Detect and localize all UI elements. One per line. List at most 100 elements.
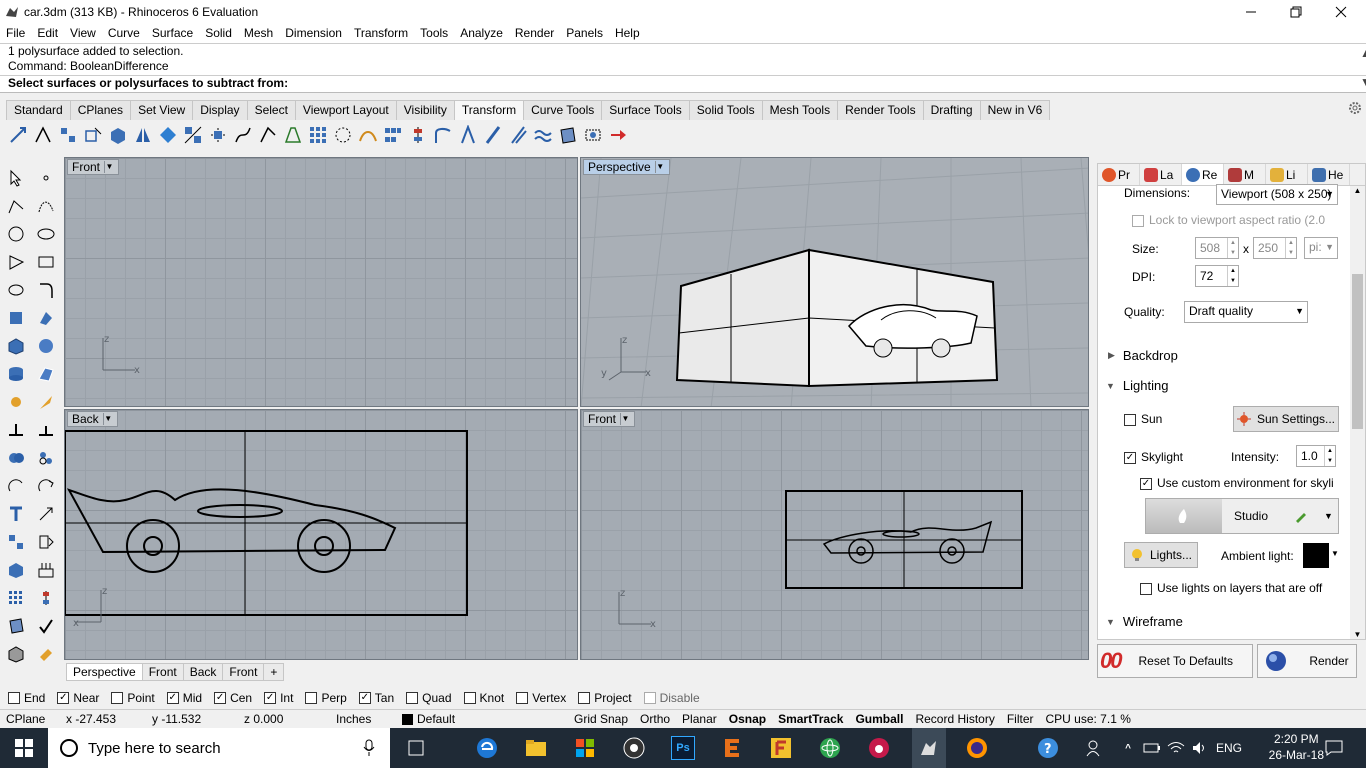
backdrop-section[interactable]: ▶ Backdrop: [1108, 348, 1178, 363]
bend-tool-button[interactable]: [256, 123, 280, 147]
size-unit-select[interactable]: pi: ▼: [1304, 237, 1338, 259]
clock[interactable]: 2:20 PM 26-Mar-18: [1269, 731, 1324, 763]
panel-tab-rendering[interactable]: Re: [1182, 164, 1224, 185]
menu-panels[interactable]: Panels: [560, 26, 609, 40]
dimensions-select[interactable]: Viewport (508 x 250) ▼: [1216, 184, 1338, 205]
planar-toggle[interactable]: Planar: [676, 712, 723, 726]
chevron-down-icon[interactable]: ▼: [1324, 511, 1333, 521]
chevron-down-icon[interactable]: ▼: [102, 413, 113, 425]
menu-dimension[interactable]: Dimension: [279, 26, 348, 40]
osnap-quad[interactable]: Quad: [406, 691, 452, 705]
skylight-checkbox[interactable]: ✓ Skylight: [1124, 450, 1183, 464]
tab-transform[interactable]: Transform: [453, 100, 525, 120]
osnap-knot[interactable]: Knot: [463, 691, 504, 705]
scroll-up-icon[interactable]: ▲: [1360, 46, 1366, 61]
arc-tool-button[interactable]: [32, 220, 60, 248]
curve-tool-button[interactable]: [32, 192, 60, 220]
tab-set-view[interactable]: Set View: [130, 100, 194, 120]
group-tool-button[interactable]: [2, 528, 30, 556]
flow-along-curve-button[interactable]: [431, 123, 455, 147]
smarttrack-toggle[interactable]: SmartTrack: [772, 712, 849, 726]
stepper-icon[interactable]: ▲ ▼: [1227, 238, 1238, 258]
lights-button[interactable]: Lights...: [1124, 542, 1198, 568]
polar-array-button[interactable]: [331, 123, 355, 147]
mesh-tool-button[interactable]: [32, 360, 60, 388]
scroll-down-icon[interactable]: ▼: [1350, 630, 1365, 639]
people-icon[interactable]: [1082, 736, 1106, 760]
viewport-tab-front[interactable]: Front: [141, 663, 184, 681]
viewport-label[interactable]: Back ▼: [67, 411, 118, 427]
sun-settings-button[interactable]: Sun Settings...: [1233, 406, 1339, 432]
extrude-tool-button[interactable]: [32, 304, 60, 332]
osnap-perp[interactable]: Perp: [305, 691, 347, 705]
smash-button[interactable]: [556, 123, 580, 147]
osnap-vertex[interactable]: Vertex: [516, 691, 566, 705]
explode-tool-button[interactable]: [2, 388, 30, 416]
command-scrollbar[interactable]: ▲ ▼: [1352, 46, 1366, 90]
check-tool-button[interactable]: [32, 612, 60, 640]
menu-edit[interactable]: Edit: [31, 26, 64, 40]
wireframe-section[interactable]: ▼ Wireframe: [1106, 614, 1183, 629]
chevron-down-icon[interactable]: ▼: [620, 413, 630, 425]
environment-selector[interactable]: Studio ▼: [1145, 498, 1339, 534]
quality-select[interactable]: Draft quality ▼: [1184, 301, 1308, 323]
twist-tool-button[interactable]: [231, 123, 255, 147]
edge-icon[interactable]: [475, 736, 499, 760]
minimize-button[interactable]: [1228, 0, 1274, 23]
app-e-icon[interactable]: [720, 736, 744, 760]
scroll-up-icon[interactable]: ▲: [1350, 186, 1365, 195]
reset-defaults-button[interactable]: 00 Reset To Defaults: [1097, 644, 1253, 678]
array-curve-button[interactable]: [356, 123, 380, 147]
viewport-tab-perspective[interactable]: Perspective: [66, 663, 143, 681]
record-history-toggle[interactable]: Record History: [909, 712, 1000, 726]
menu-solid[interactable]: Solid: [199, 26, 238, 40]
custom-environment-checkbox[interactable]: ✓ Use custom environment for skyli: [1140, 476, 1334, 490]
orient-tool-button[interactable]: [156, 123, 180, 147]
grid-snap-toggle[interactable]: Grid Snap: [568, 712, 634, 726]
menu-render[interactable]: Render: [509, 26, 560, 40]
filter-toggle[interactable]: Filter: [1001, 712, 1040, 726]
menu-surface[interactable]: Surface: [146, 26, 199, 40]
polygon-tool-button[interactable]: [2, 248, 30, 276]
polyline-tool-button[interactable]: [2, 192, 30, 220]
move-tool-button[interactable]: [6, 123, 30, 147]
tab-viewport-layout[interactable]: Viewport Layout: [294, 100, 397, 120]
help-tray-icon[interactable]: ?: [1036, 736, 1060, 760]
join-tool-button[interactable]: [32, 416, 60, 444]
ortho-toggle[interactable]: Ortho: [634, 712, 676, 726]
panel-tab-materials[interactable]: M: [1224, 164, 1266, 185]
osnap-point[interactable]: Point: [111, 691, 155, 705]
gear-icon[interactable]: [1348, 101, 1362, 115]
start-button[interactable]: [12, 736, 36, 760]
scale-tool-button[interactable]: [81, 123, 105, 147]
cplane-label[interactable]: CPlane: [0, 712, 60, 726]
chevron-down-icon[interactable]: ▼: [654, 161, 665, 173]
intensity-field[interactable]: 1.0 ▲ ▼: [1296, 445, 1336, 467]
ellipse-tool-button[interactable]: [2, 276, 30, 304]
array-surface-button[interactable]: [381, 123, 405, 147]
grid-array-button[interactable]: [306, 123, 330, 147]
split-tool-button[interactable]: [2, 416, 30, 444]
rotate-tool-button[interactable]: [56, 123, 80, 147]
viewport-front-bottom[interactable]: z x Front ▼: [580, 409, 1089, 660]
boolean-union-button[interactable]: [2, 444, 30, 472]
store-icon[interactable]: [573, 736, 597, 760]
render-tool-button[interactable]: [32, 556, 60, 584]
menu-curve[interactable]: Curve: [102, 26, 146, 40]
render-button[interactable]: Render: [1257, 644, 1357, 678]
chevron-down-icon[interactable]: ▼: [1331, 549, 1339, 558]
taper-tool-button[interactable]: [281, 123, 305, 147]
scale-3d-button[interactable]: [32, 472, 60, 500]
command-prompt[interactable]: Select surfaces or polysurfaces to subtr…: [0, 75, 1366, 91]
rotate-3d-button[interactable]: [2, 472, 30, 500]
stepper-icon[interactable]: ▲ ▼: [1324, 446, 1335, 466]
viewport-label[interactable]: Front ▼: [67, 159, 120, 175]
tab-mesh-tools[interactable]: Mesh Tools: [761, 100, 839, 120]
viewport-label[interactable]: Perspective ▼: [583, 159, 670, 175]
stretch-button[interactable]: [531, 123, 555, 147]
layer-indicator[interactable]: Default: [396, 712, 568, 726]
tab-cplanes[interactable]: CPlanes: [69, 100, 132, 120]
ambient-color-swatch[interactable]: [1303, 543, 1329, 568]
sun-checkbox[interactable]: Sun: [1124, 412, 1162, 426]
cylinder-tool-button[interactable]: [2, 360, 30, 388]
